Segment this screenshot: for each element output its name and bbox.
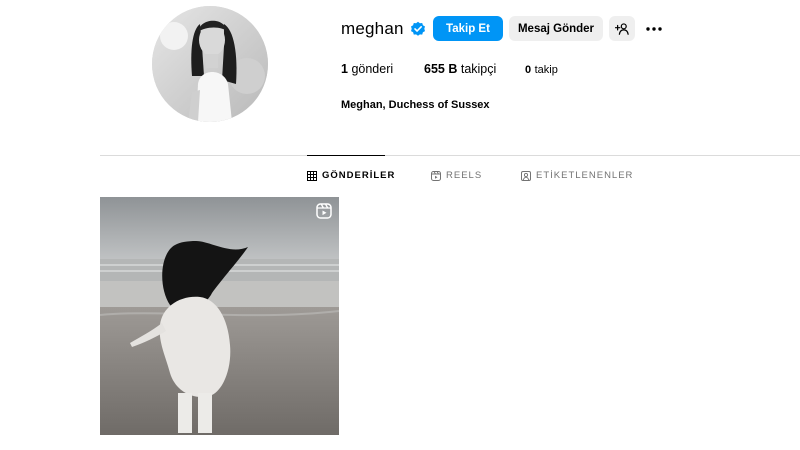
followers-count-stat[interactable]: 655 B takipçi [424,62,496,76]
reel-icon [316,203,332,219]
beach-photo [100,197,339,435]
tab-posts[interactable]: GÖNDERİLER [307,170,395,181]
profile-avatar[interactable] [152,6,268,122]
tabs-divider [100,155,800,156]
posts-count-stat: 1 gönderi [341,62,393,76]
followers-count: 655 B [424,62,458,76]
more-options-button[interactable] [643,16,665,41]
message-button[interactable]: Mesaj Gönder [509,16,603,41]
avatar-image [152,6,268,122]
tab-reels-label: REELS [446,170,483,181]
following-label: takip [534,64,558,76]
more-options-icon [646,26,662,31]
active-tab-indicator [307,155,385,156]
tab-reels[interactable]: REELS [431,170,482,181]
add-user-icon [615,22,629,35]
posts-label: gönderi [351,62,394,76]
following-count: 0 [525,64,532,76]
follow-button[interactable]: Takip Et [433,16,503,41]
suggested-accounts-button[interactable] [609,16,635,41]
tagged-icon [521,170,531,181]
posts-count: 1 [341,62,348,76]
grid-icon [307,170,317,181]
profile-full-name: Meghan, Duchess of Sussex [341,99,490,111]
tab-tagged[interactable]: ETİKETLENENLER [521,170,633,181]
following-count-stat[interactable]: 0 takip [525,62,558,76]
post-thumbnail[interactable] [100,197,339,435]
followers-label: takipçi [460,62,497,76]
tab-tagged-label: ETİKETLENENLER [536,170,634,181]
tab-posts-label: GÖNDERİLER [322,170,396,181]
reel-badge [316,203,332,219]
username: meghan [341,19,404,38]
username-row: meghan [341,16,426,42]
reels-icon [431,170,441,181]
verified-badge-icon [410,21,426,37]
